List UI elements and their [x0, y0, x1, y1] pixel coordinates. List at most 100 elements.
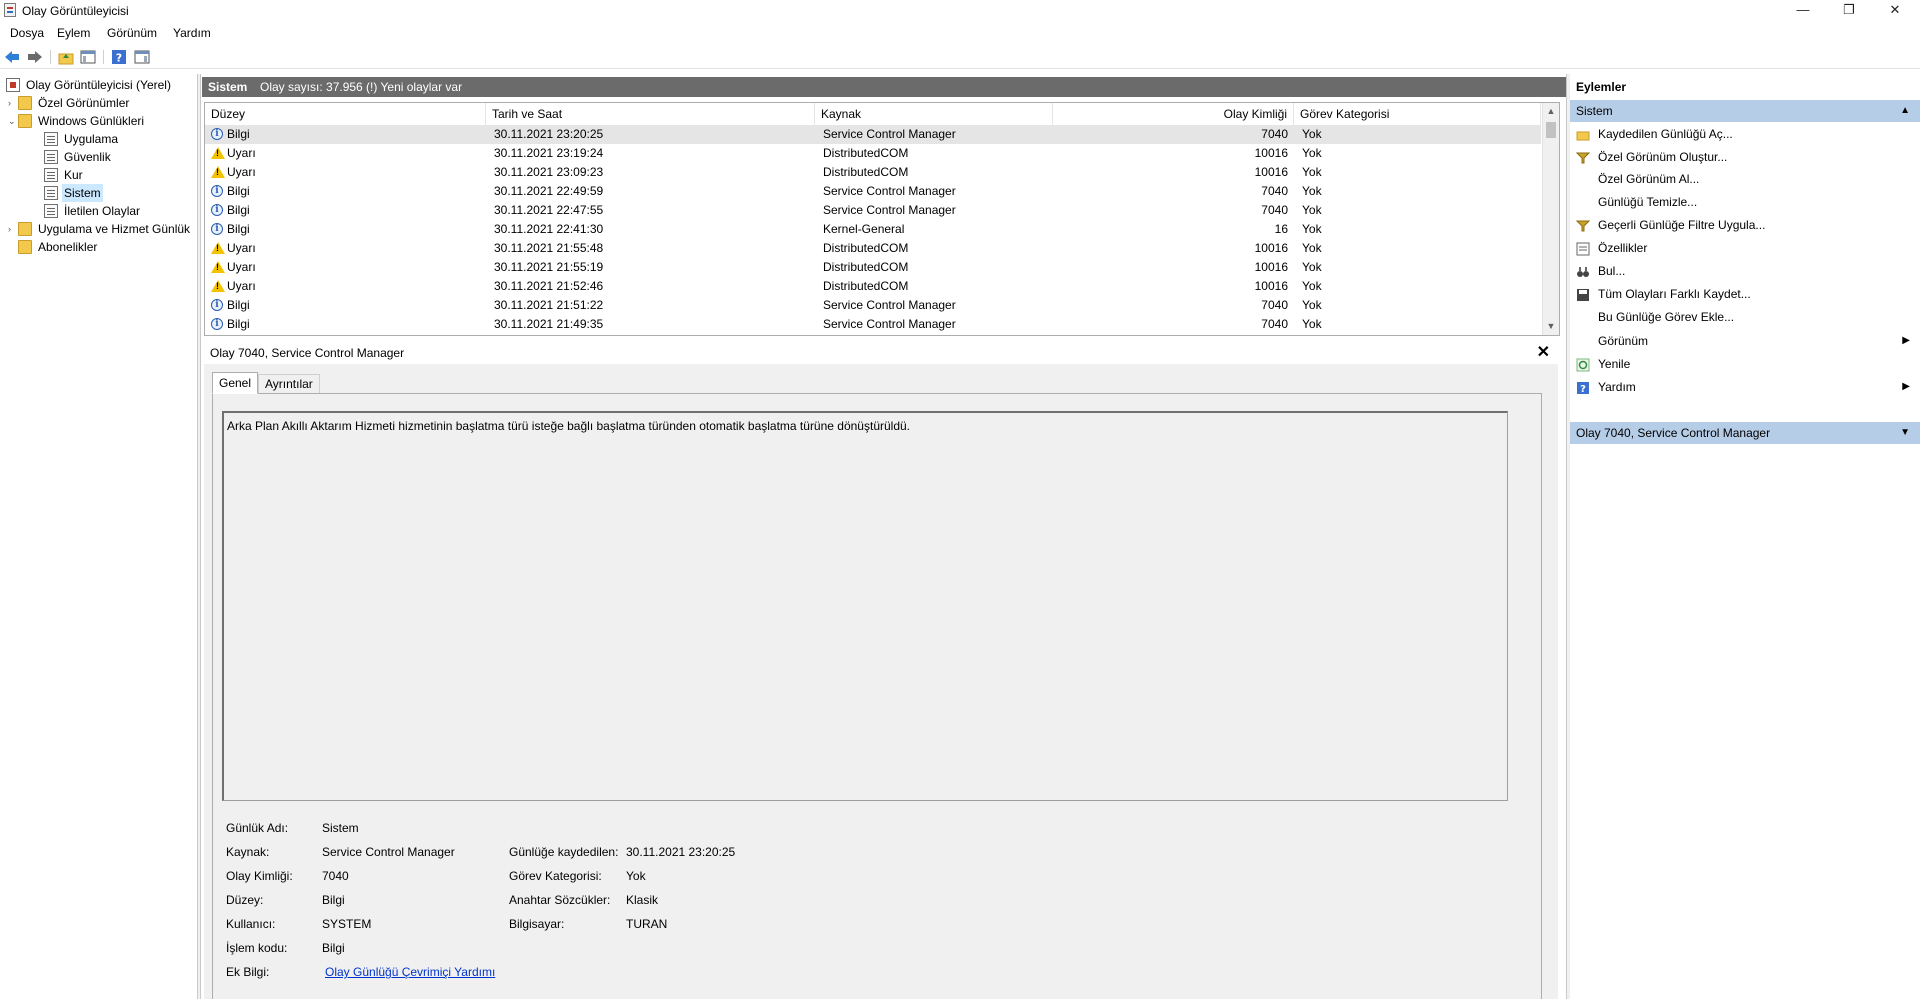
restore-button[interactable]: ❐ [1826, 0, 1872, 22]
navigation-tree: Olay Görüntüleyicisi (Yerel) › Özel Görü… [0, 74, 198, 999]
event-source: Service Control Manager [823, 203, 956, 217]
menu-help[interactable]: Yardım [173, 26, 211, 40]
field-label-level: Düzey: [226, 893, 264, 907]
filter-icon [1575, 218, 1591, 232]
log-icon [44, 150, 58, 164]
action-item[interactable]: Görünüm ▶ [1570, 330, 1920, 352]
event-datetime: 30.11.2021 21:51:22 [494, 298, 604, 312]
field-value-logged: 30.11.2021 23:20:25 [626, 845, 736, 859]
event-level: Uyarı [227, 146, 256, 160]
action-item[interactable]: Bu Günlüğe Görev Ekle... [1570, 306, 1920, 328]
tree-custom-views-label: Özel Görünümler [38, 96, 130, 110]
collapse-icon[interactable]: ⌄ [8, 117, 16, 126]
event-row[interactable]: i Bilgi 30.11.2021 22:41:30 Kernel-General 1… [205, 220, 1541, 239]
action-item[interactable]: Günlüğü Temizle... [1570, 191, 1920, 213]
event-source: DistributedCOM [823, 279, 909, 293]
online-help-link[interactable]: Olay Günlüğü Çevrimiçi Yardımı [325, 965, 495, 979]
event-id: 7040 [1261, 298, 1288, 312]
event-row[interactable]: i Bilgi 30.11.2021 21:51:22 Service Control… [205, 296, 1541, 315]
svg-text:?: ? [1580, 384, 1586, 395]
action-item[interactable]: Kaydedilen Günlüğü Aç... [1570, 123, 1920, 145]
show-hide-action-pane-icon[interactable] [134, 49, 150, 65]
event-row[interactable]: i Bilgi 30.11.2021 21:49:35 Service Control… [205, 315, 1541, 334]
column-header-level[interactable]: Düzey [205, 103, 486, 125]
event-row[interactable]: i Bilgi 30.11.2021 23:20:25 Service Control… [205, 125, 1541, 144]
action-item[interactable]: Yenile [1570, 353, 1920, 375]
actions-title: Eylemler [1576, 80, 1627, 94]
event-id: 7040 [1261, 184, 1288, 198]
close-window-button[interactable]: ✕ [1872, 0, 1918, 22]
event-source: Service Control Manager [823, 317, 956, 331]
column-header-datetime[interactable]: Tarih ve Saat [486, 103, 815, 125]
event-source: DistributedCOM [823, 146, 909, 160]
action-label: Bu Günlüğe Görev Ekle... [1598, 310, 1735, 324]
column-header-source[interactable]: Kaynak [815, 103, 1053, 125]
action-item[interactable]: Özellikler [1570, 237, 1920, 259]
action-item[interactable]: Bul... [1570, 260, 1920, 282]
event-row[interactable]: ! Uyarı 30.11.2021 21:55:48 DistributedCOM 1… [205, 239, 1541, 258]
expand-icon[interactable]: › [8, 99, 16, 108]
action-item[interactable]: Özel Görünüm Al... [1570, 168, 1920, 190]
column-header-event-id[interactable]: Olay Kimliği [1053, 103, 1294, 125]
actions-section-event[interactable]: Olay 7040, Service Control Manager ▼ [1570, 422, 1920, 444]
tree-splitter[interactable] [197, 74, 201, 999]
events-scrollbar[interactable]: ▲ ▼ [1542, 103, 1559, 335]
scroll-thumb[interactable] [1546, 122, 1556, 138]
close-detail-icon[interactable]: ✕ [1537, 342, 1550, 362]
menu-file[interactable]: Dosya [10, 26, 44, 40]
action-label: Yardım [1598, 380, 1636, 394]
field-label-log-name: Günlük Adı: [226, 821, 289, 835]
info-icon: i [211, 299, 223, 311]
actions-section-event-label: Olay 7040, Service Control Manager [1576, 426, 1771, 440]
event-task-category: Yok [1302, 146, 1322, 160]
event-id: 7040 [1261, 203, 1288, 217]
action-item[interactable]: Tüm Olayları Farklı Kaydet... [1570, 283, 1920, 305]
back-arrow-icon[interactable] [4, 49, 20, 65]
field-label-event-id: Olay Kimliği: [226, 869, 293, 883]
submenu-arrow-icon: ▶ [1902, 335, 1910, 346]
action-item[interactable]: Özel Görünüm Oluştur... [1570, 146, 1920, 168]
actions-section-system[interactable]: Sistem ▲ [1570, 100, 1920, 122]
open-folder-icon [1576, 127, 1590, 141]
event-row[interactable]: ! Uyarı 30.11.2021 21:55:19 DistributedCOM 1… [205, 258, 1541, 277]
submenu-arrow-icon: ▶ [1902, 381, 1910, 392]
event-viewer-icon [6, 78, 20, 92]
show-hide-tree-icon[interactable] [80, 49, 96, 65]
event-row[interactable]: i Bilgi 30.11.2021 22:47:55 Service Control… [205, 201, 1541, 220]
event-detail-title: Olay 7040, Service Control Manager [210, 346, 405, 360]
tab-details[interactable]: Ayrıntılar [258, 374, 320, 394]
action-item[interactable]: ? Yardım ▶ [1570, 376, 1920, 398]
event-count-summary: Olay sayısı: 37.956 (!) Yeni olaylar var [260, 80, 463, 94]
event-level: Bilgi [227, 127, 250, 141]
scroll-down-icon[interactable]: ▼ [1543, 318, 1559, 335]
toolbar: ? [0, 46, 1920, 69]
event-task-category: Yok [1302, 260, 1322, 274]
event-task-category: Yok [1302, 241, 1322, 255]
help-icon[interactable]: ? [111, 49, 127, 65]
expand-icon[interactable]: › [8, 225, 16, 234]
event-row[interactable]: ! Uyarı 30.11.2021 21:52:46 DistributedCOM 1… [205, 277, 1541, 296]
forward-arrow-icon[interactable] [27, 49, 43, 65]
log-icon [44, 132, 58, 146]
minimize-button[interactable]: — [1780, 0, 1826, 22]
event-level: Uyarı [227, 241, 256, 255]
expand-down-icon[interactable]: ▼ [1900, 422, 1910, 444]
column-header-task-category[interactable]: Görev Kategorisi [1294, 103, 1541, 125]
event-level: Bilgi [227, 203, 250, 217]
action-item[interactable]: Geçerli Günlüğe Filtre Uygula... [1570, 214, 1920, 236]
menu-view[interactable]: Görünüm [107, 26, 157, 40]
event-row[interactable]: ! Uyarı 30.11.2021 23:19:24 DistributedCOM 1… [205, 144, 1541, 163]
event-datetime: 30.11.2021 22:41:30 [494, 222, 604, 236]
action-label: Tüm Olayları Farklı Kaydet... [1598, 287, 1751, 301]
menu-action[interactable]: Eylem [57, 26, 90, 40]
tab-general[interactable]: Genel [212, 372, 259, 394]
event-row[interactable]: i Bilgi 30.11.2021 22:49:59 Service Control… [205, 182, 1541, 201]
event-level: Uyarı [227, 279, 256, 293]
refresh-icon [1576, 357, 1590, 372]
up-folder-icon[interactable] [58, 49, 74, 65]
event-source: Kernel-General [823, 222, 905, 236]
event-row[interactable]: ! Uyarı 30.11.2021 23:09:23 DistributedCOM 1… [205, 163, 1541, 182]
field-label-task-category: Görev Kategorisi: [509, 869, 602, 883]
collapse-up-icon[interactable]: ▲ [1900, 100, 1910, 122]
scroll-up-icon[interactable]: ▲ [1543, 103, 1559, 120]
